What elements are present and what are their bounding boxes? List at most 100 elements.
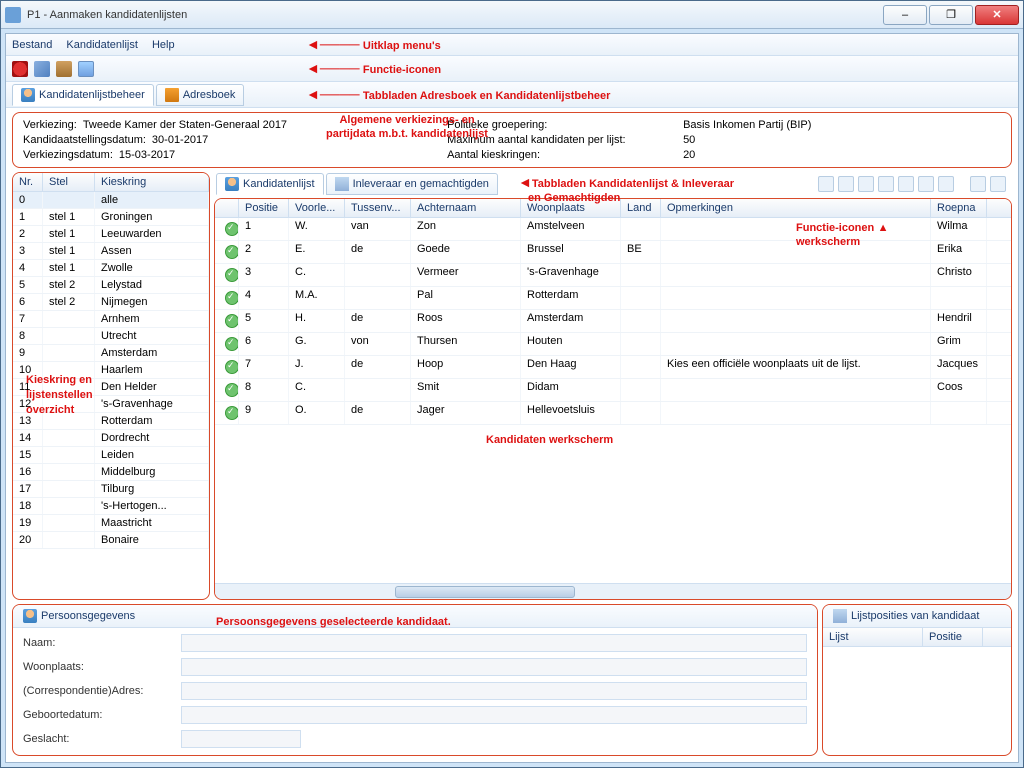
title-bar: P1 - Aanmaken kandidatenlijsten – ❐ ✕	[1, 1, 1023, 29]
candidate-row[interactable]: 8C. SmitDidam Coos	[215, 379, 1011, 402]
col-land[interactable]: Land	[621, 199, 661, 217]
col-lijst[interactable]: Lijst	[823, 628, 923, 646]
move-up-icon[interactable]	[878, 176, 894, 192]
kieskring-row[interactable]: 3stel 1Assen	[13, 243, 209, 260]
col-roepnaam[interactable]: Roepna	[931, 199, 987, 217]
menu-kandidatenlijst[interactable]: Kandidatenlijst	[66, 39, 138, 51]
kieskring-row[interactable]: 9Amsterdam	[13, 345, 209, 362]
kandidaatstelling-label: Kandidaatstellingsdatum:	[23, 134, 146, 146]
status-ok-icon	[225, 222, 239, 236]
kandidaatstelling-value: 30-01-2017	[152, 134, 208, 146]
close-button[interactable]: ✕	[975, 5, 1019, 25]
export-icon[interactable]	[990, 176, 1006, 192]
maxkand-label: Maximum aantal kandidaten per lijst:	[447, 134, 677, 146]
tab-persoonsgegevens[interactable]: Persoonsgegevens	[13, 605, 817, 628]
kieskring-header: Nr. Stel Kieskring	[13, 173, 209, 192]
book-icon	[165, 88, 179, 102]
kieskring-row[interactable]: 13Rotterdam	[13, 413, 209, 430]
kieskring-row[interactable]: 1stel 1Groningen	[13, 209, 209, 226]
kieskring-row[interactable]: 0alle	[13, 192, 209, 209]
col-status[interactable]	[215, 199, 239, 217]
label-geboortedatum: Geboortedatum:	[23, 709, 173, 721]
candidate-row[interactable]: 2E.de GoedeBrusselBE Erika	[215, 241, 1011, 264]
col-stel[interactable]: Stel	[43, 173, 95, 191]
candidate-header: Positie Voorle... Tussenv... Achternaam …	[215, 199, 1011, 218]
kieskring-row[interactable]: 12's-Gravenhage	[13, 396, 209, 413]
client-area: Bestand Kandidatenlijst Help Kandidatenl…	[5, 33, 1019, 763]
delete-icon[interactable]	[12, 61, 28, 77]
kieskring-row[interactable]: 10Haarlem	[13, 362, 209, 379]
settings-icon[interactable]	[918, 176, 934, 192]
col-tussenvoegsel[interactable]: Tussenv...	[345, 199, 411, 217]
col-positie[interactable]: Positie	[923, 628, 983, 646]
kieskring-row[interactable]: 2stel 1Leeuwarden	[13, 226, 209, 243]
field-geslacht[interactable]	[181, 730, 301, 748]
kieskring-row[interactable]: 18's-Hertogen...	[13, 498, 209, 515]
kieskring-row[interactable]: 5stel 2Lelystad	[13, 277, 209, 294]
kieskring-row[interactable]: 19Maastricht	[13, 515, 209, 532]
new-icon[interactable]	[78, 61, 94, 77]
kieskring-row[interactable]: 11Den Helder	[13, 379, 209, 396]
copy-icon[interactable]	[970, 176, 986, 192]
user-icon	[21, 88, 35, 102]
candidate-grid: Positie Voorle... Tussenv... Achternaam …	[214, 198, 1012, 600]
subtab-inleveraar[interactable]: Inleveraar en gemachtigden	[326, 173, 498, 195]
kieskring-row[interactable]: 7Arnhem	[13, 311, 209, 328]
kieskring-row[interactable]: 4stel 1Zwolle	[13, 260, 209, 277]
tab-adresboek[interactable]: Adresboek	[156, 84, 245, 106]
status-ok-icon	[225, 360, 239, 374]
import-icon[interactable]	[938, 176, 954, 192]
edit-candidate-icon[interactable]	[838, 176, 854, 192]
wrench-icon[interactable]	[56, 61, 72, 77]
field-corr-adres[interactable]	[181, 682, 807, 700]
candidate-row[interactable]: 9O.de JagerHellevoetsluis	[215, 402, 1011, 425]
label-woonplaats: Woonplaats:	[23, 661, 173, 673]
field-naam[interactable]	[181, 634, 807, 652]
label-naam: Naam:	[23, 637, 173, 649]
edit-icon[interactable]	[34, 61, 50, 77]
col-nr[interactable]: Nr.	[13, 173, 43, 191]
kieskring-row[interactable]: 15Leiden	[13, 447, 209, 464]
positions-table[interactable]: Lijst Positie	[823, 628, 1011, 755]
maximize-button[interactable]: ❐	[929, 5, 973, 25]
kieskring-row[interactable]: 17Tilburg	[13, 481, 209, 498]
col-voorletters[interactable]: Voorle...	[289, 199, 345, 217]
col-kieskring[interactable]: Kieskring	[95, 173, 209, 191]
col-opmerkingen[interactable]: Opmerkingen	[661, 199, 931, 217]
window-title: P1 - Aanmaken kandidatenlijsten	[27, 9, 883, 21]
menu-bestand[interactable]: Bestand	[12, 39, 52, 51]
tab-kandidatenlijstbeheer[interactable]: Kandidatenlijstbeheer	[12, 84, 154, 106]
tab-lijstposities[interactable]: Lijstposities van kandidaat	[823, 605, 1011, 628]
col-positie[interactable]: Positie	[239, 199, 289, 217]
field-woonplaats[interactable]	[181, 658, 807, 676]
kieskring-row[interactable]: 16Middelburg	[13, 464, 209, 481]
scrollbar-thumb[interactable]	[395, 586, 575, 598]
candidate-body[interactable]: 1W.van ZonAmstelveen Wilma 2E.de GoedeBr…	[215, 218, 1011, 583]
label-corr-adres: (Correspondentie)Adres:	[23, 685, 173, 697]
kieskring-body[interactable]: 0alle1stel 1Groningen2stel 1Leeuwarden3s…	[13, 192, 209, 599]
col-achternaam[interactable]: Achternaam	[411, 199, 521, 217]
minimize-button[interactable]: –	[883, 5, 927, 25]
workscreen-toolbar	[818, 176, 1010, 192]
field-geboortedatum[interactable]	[181, 706, 807, 724]
move-down-icon[interactable]	[898, 176, 914, 192]
candidate-row[interactable]: 6G.von ThursenHouten Grim	[215, 333, 1011, 356]
candidate-row[interactable]: 1W.van ZonAmstelveen Wilma	[215, 218, 1011, 241]
kieskring-row[interactable]: 6stel 2Nijmegen	[13, 294, 209, 311]
person-form: Naam: Woonplaats: (Correspondentie)Adres…	[13, 628, 817, 754]
subtab-kandidatenlijst[interactable]: Kandidatenlijst	[216, 173, 324, 195]
remove-candidate-icon[interactable]	[858, 176, 874, 192]
col-woonplaats[interactable]: Woonplaats	[521, 199, 621, 217]
menu-help[interactable]: Help	[152, 39, 175, 51]
candidate-row[interactable]: 4M.A. PalRotterdam	[215, 287, 1011, 310]
candidate-row[interactable]: 7J.de HoopDen Haag Kies een officiële wo…	[215, 356, 1011, 379]
add-candidate-icon[interactable]	[818, 176, 834, 192]
aantalkk-value: 20	[683, 149, 695, 161]
election-info-panel: Verkiezing:Tweede Kamer der Staten-Gener…	[12, 112, 1012, 168]
kieskring-row[interactable]: 14Dordrecht	[13, 430, 209, 447]
kieskring-row[interactable]: 20Bonaire	[13, 532, 209, 549]
kieskring-row[interactable]: 8Utrecht	[13, 328, 209, 345]
horizontal-scrollbar[interactable]	[215, 583, 1011, 599]
candidate-row[interactable]: 5H.de RoosAmsterdam Hendril	[215, 310, 1011, 333]
candidate-row[interactable]: 3C. Vermeer's-Gravenhage Christo	[215, 264, 1011, 287]
